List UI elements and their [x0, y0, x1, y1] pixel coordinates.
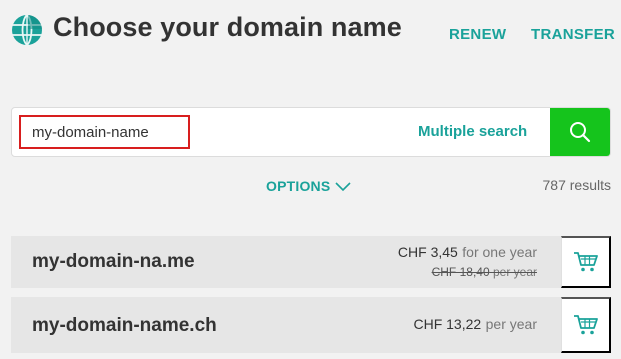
domain-name: my-domain-na.me — [32, 251, 195, 272]
cart-icon — [573, 315, 598, 335]
domain-search-input[interactable] — [19, 115, 190, 149]
search-icon — [570, 122, 591, 143]
options-toggle[interactable]: OPTIONS — [266, 178, 352, 194]
nav-transfer-link[interactable]: TRANSFER — [531, 26, 615, 43]
chevron-down-icon — [335, 181, 351, 191]
domain-name: my-domain-name.ch — [32, 315, 217, 336]
results-count: 787 results — [542, 177, 611, 193]
old-price-line: CHF 18,40 per year — [398, 265, 537, 279]
multiple-search-link[interactable]: Multiple search — [418, 123, 527, 140]
price-block: CHF 3,45 for one year CHF 18,40 per year — [398, 244, 537, 279]
nav-renew-link[interactable]: RENEW — [449, 26, 506, 43]
price: CHF 3,45 — [397, 244, 458, 260]
page-title: Choose your domain name — [53, 12, 402, 42]
options-label: OPTIONS — [266, 178, 331, 194]
page: Choose your domain name RENEW TRANSFER M… — [0, 0, 621, 359]
price-period: for one year — [462, 244, 537, 260]
domain-search-bar: Multiple search — [11, 107, 611, 157]
result-row: my-domain-na.me CHF 3,45 for one year CH… — [11, 236, 611, 288]
globe-logo-icon — [12, 14, 42, 46]
price-block: CHF 13,22 per year — [413, 316, 537, 334]
result-row: my-domain-name.ch CHF 13,22 per year — [11, 297, 611, 353]
price-period: per year — [485, 316, 537, 332]
old-price: CHF 18,40 — [431, 265, 490, 279]
cart-icon — [573, 252, 598, 272]
add-to-cart-button[interactable] — [561, 236, 611, 288]
search-button[interactable] — [550, 108, 610, 156]
price: CHF 13,22 — [413, 316, 482, 332]
add-to-cart-button[interactable] — [561, 297, 611, 353]
old-price-period: per year — [492, 265, 537, 279]
